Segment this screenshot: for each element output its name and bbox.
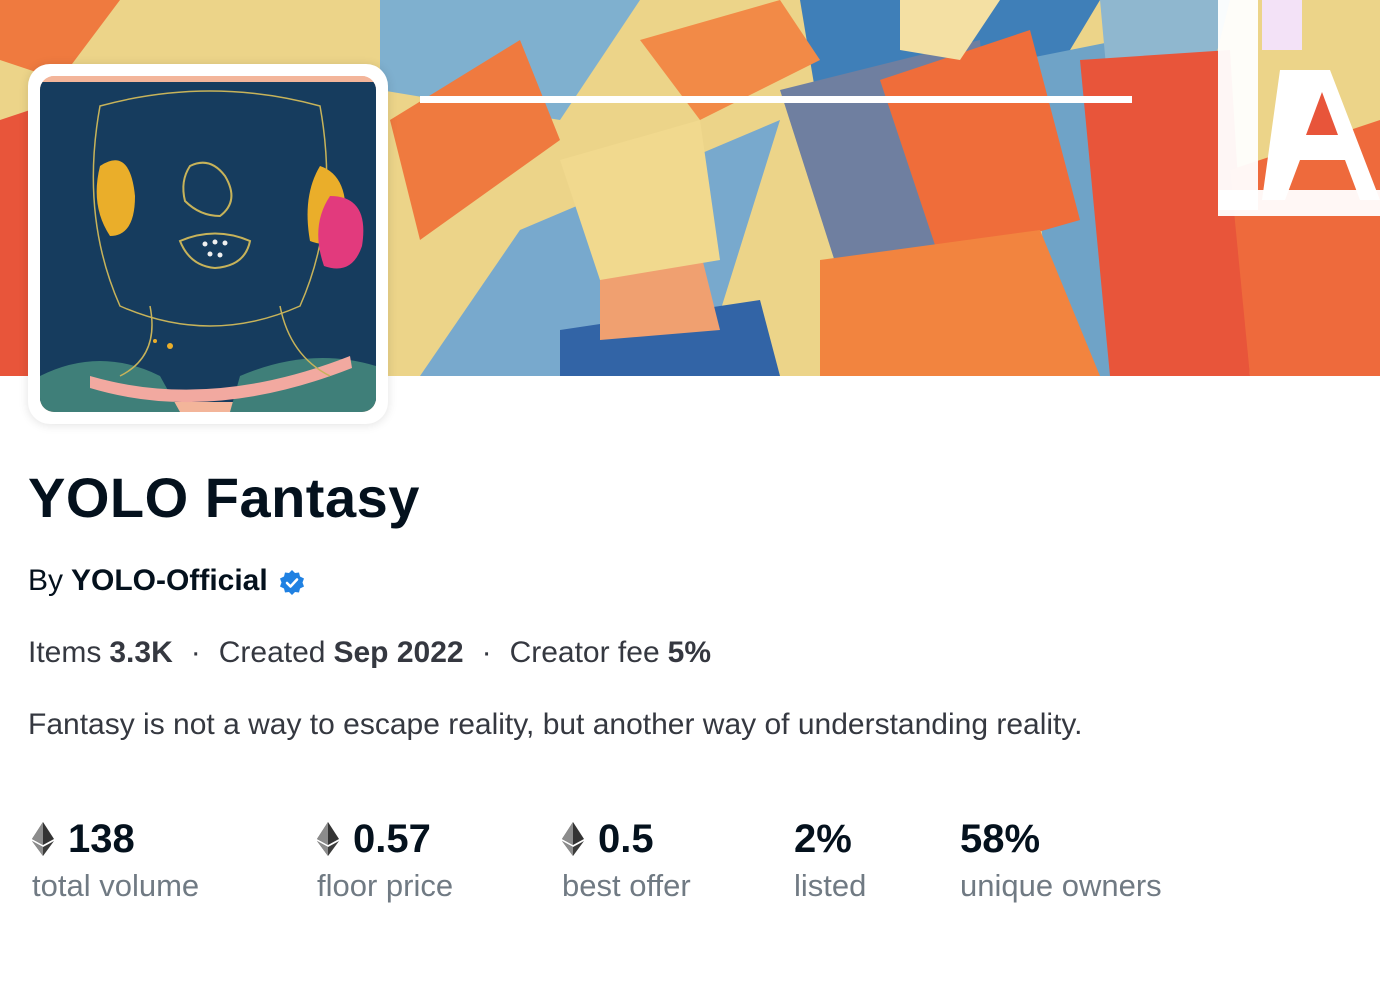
stat-floor-price: 0.57 floor price: [317, 814, 453, 908]
collection-page: YOLO Fantasy By YOLO-Official Items 3.3K…: [0, 0, 1380, 992]
created-value: Sep 2022: [333, 636, 464, 669]
creator-byline: By YOLO-Official: [28, 560, 306, 602]
created-label: Created: [218, 636, 326, 669]
avatar-artwork: [40, 76, 376, 412]
stat-value: 2%: [794, 817, 852, 861]
creator-link[interactable]: YOLO-Official: [71, 560, 268, 602]
ethereum-icon: [562, 822, 584, 856]
ethereum-icon: [32, 822, 54, 856]
items-label: Items: [28, 636, 102, 669]
stat-label: total volume: [32, 868, 200, 903]
by-label: By: [28, 564, 64, 597]
collection-title: YOLO Fantasy: [28, 466, 420, 529]
stat-label: unique owners: [960, 868, 1162, 903]
stat-best-offer: 0.5 best offer: [562, 814, 691, 908]
collection-meta: Items 3.3K · Created Sep 2022 · Creator …: [28, 632, 711, 674]
items-value: 3.3K: [109, 636, 173, 669]
stat-value: 58%: [960, 817, 1041, 861]
stat-value: 0.5: [598, 817, 654, 861]
stat-label: listed: [794, 868, 867, 903]
stat-label: best offer: [562, 868, 691, 903]
collection-description: Fantasy is not a way to escape reality, …: [28, 708, 1083, 741]
stat-label: floor price: [317, 868, 454, 903]
meta-separator: ·: [190, 636, 201, 669]
stat-value: 0.57: [353, 817, 431, 861]
meta-separator: ·: [481, 636, 492, 669]
avatar-image: [40, 76, 376, 412]
verified-badge-icon: [278, 567, 306, 595]
collection-avatar: [28, 64, 388, 424]
stat-total-volume: 138 total volume: [32, 814, 199, 908]
creator-fee-label: Creator fee: [509, 636, 660, 669]
stat-unique-owners: 58% unique owners: [960, 814, 1162, 908]
stat-value: 138: [68, 817, 135, 861]
creator-fee-value: 5%: [667, 636, 711, 669]
stat-listed: 2% listed: [794, 814, 866, 908]
ethereum-icon: [317, 822, 339, 856]
